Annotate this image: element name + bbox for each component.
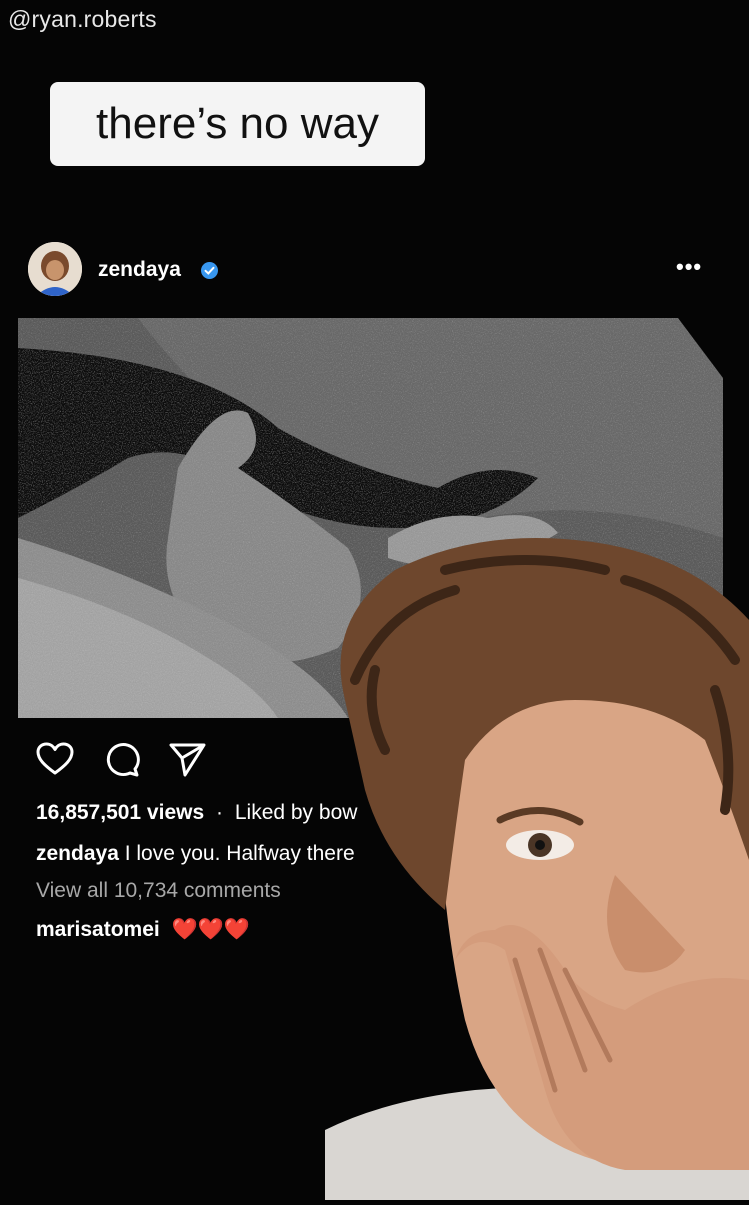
caption-body: I love you. Halfway there (124, 842, 355, 865)
comment-username[interactable]: marisatomei (36, 918, 160, 941)
views-line: 16,857,501 views · Liked by bow (36, 801, 357, 825)
avatar[interactable] (28, 242, 82, 296)
post-caption: zendaya I love you. Halfway there (36, 842, 355, 866)
post-header: zendaya ••• (0, 236, 749, 306)
views-count: 16,857,501 views (36, 801, 205, 824)
share-icon[interactable] (166, 738, 208, 780)
more-icon[interactable]: ••• (676, 254, 702, 280)
verified-icon (201, 262, 218, 279)
caption-text: there’s no way (96, 99, 379, 148)
heart-icon[interactable] (34, 738, 76, 780)
comment-text: ❤️❤️❤️ (171, 918, 251, 941)
caption-username[interactable]: zendaya (36, 842, 119, 865)
view-comments-link[interactable]: View all 10,734 comments (36, 879, 281, 903)
post-username[interactable]: zendaya (98, 258, 181, 282)
reaction-person-overlay (325, 530, 749, 1200)
comment-icon[interactable] (100, 738, 142, 780)
separator-dot: · (216, 801, 223, 824)
creator-watermark: @ryan.roberts (8, 6, 157, 32)
top-comment: marisatomei ❤️❤️❤️ (36, 918, 250, 942)
caption-overlay: there’s no way (50, 82, 425, 166)
